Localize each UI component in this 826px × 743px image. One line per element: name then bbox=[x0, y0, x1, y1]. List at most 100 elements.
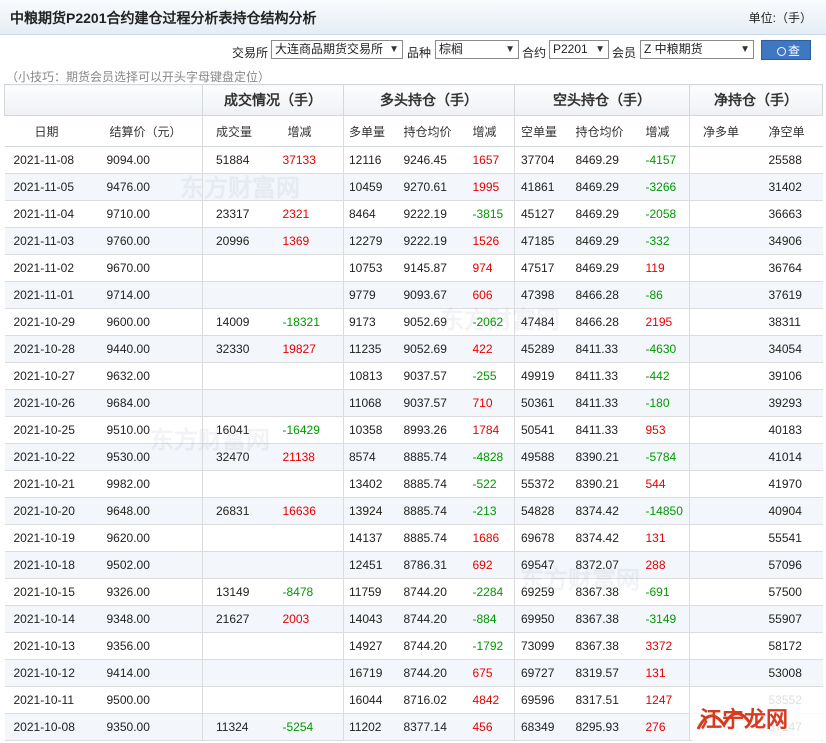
variety-select[interactable]: 棕榈 ▼ bbox=[435, 40, 519, 59]
cell-long-avg: 9222.19 bbox=[397, 200, 469, 228]
cell-short-change: -2058 bbox=[639, 200, 690, 228]
cell-short-change: -86 bbox=[639, 281, 690, 309]
cell-settle: 9684.00 bbox=[96, 389, 203, 417]
chevron-down-icon: ▼ bbox=[389, 44, 399, 55]
cell-short-avg: 8469.29 bbox=[569, 227, 640, 255]
cell-short-avg: 8374.42 bbox=[569, 497, 640, 525]
table-row: 2021-10-12 9414.00 16719 8744.20 675 69727 831… bbox=[4, 659, 823, 687]
cell-short-change: -14850 bbox=[639, 497, 690, 525]
table-row: 2021-10-20 9648.00 26831 16636 13924 8885.74-… bbox=[4, 497, 823, 525]
cell-volume: 14009 bbox=[202, 308, 270, 336]
member-label: 会员 bbox=[612, 46, 637, 60]
query-button[interactable]: 查询 bbox=[761, 40, 811, 77]
cell-long-avg: 8377.14 bbox=[397, 713, 469, 741]
cell-settle: 9348.00 bbox=[96, 605, 203, 633]
cell-short-avg: 8411.33 bbox=[569, 335, 640, 363]
cell-volume-change: -18321 bbox=[269, 308, 344, 336]
cell-short-change: 544 bbox=[639, 470, 690, 498]
cell-long-qty: 8464 bbox=[343, 200, 398, 228]
cell-long-qty: 9173 bbox=[343, 308, 398, 336]
table-row: 2021-10-25 9510.00 16041 -16429 10358 8993.26… bbox=[4, 416, 823, 444]
col-header-long-change: 增减 bbox=[468, 115, 515, 147]
cell-net-long bbox=[689, 308, 756, 336]
cell-net-short: 57096 bbox=[755, 551, 823, 579]
cell-date: 2021-10-15 bbox=[4, 578, 97, 606]
cell-long-avg: 8716.02 bbox=[397, 686, 469, 714]
cell-settle: 9982.00 bbox=[96, 470, 203, 498]
cell-long-change: -213 bbox=[468, 497, 515, 525]
cell-long-avg: 9037.57 bbox=[397, 362, 469, 390]
cell-long-change: -1792 bbox=[468, 632, 515, 660]
cell-long-qty: 11235 bbox=[343, 335, 398, 363]
cell-settle: 9620.00 bbox=[96, 524, 203, 552]
col-header-settle: 结算价（元） bbox=[96, 115, 203, 147]
cell-volume bbox=[202, 551, 270, 579]
cell-long-qty: 16719 bbox=[343, 659, 398, 687]
cell-date: 2021-10-21 bbox=[4, 470, 97, 498]
cell-short-avg: 8466.28 bbox=[569, 281, 640, 309]
contract-select-value: P2201 bbox=[553, 42, 588, 56]
cell-volume-change: 21138 bbox=[269, 443, 344, 471]
cell-short-change: -3266 bbox=[639, 173, 690, 201]
cell-short-qty: 47398 bbox=[514, 281, 570, 309]
cell-long-avg: 8885.74 bbox=[397, 443, 469, 471]
cell-settle: 9502.00 bbox=[96, 551, 203, 579]
cell-net-long bbox=[689, 389, 756, 417]
col-header-long-qty: 多单量 bbox=[343, 115, 398, 147]
cell-short-change: -5784 bbox=[639, 443, 690, 471]
table-row: 2021-11-03 9760.00 20996 1369 12279 9222.19 15… bbox=[4, 227, 823, 255]
cell-long-avg: 8885.74 bbox=[397, 470, 469, 498]
table-body: 2021-11-08 9094.00 51884 37133 12116 9246.45 1… bbox=[4, 146, 823, 741]
cell-long-qty: 16044 bbox=[343, 686, 398, 714]
cell-short-qty: 49588 bbox=[514, 443, 570, 471]
cell-volume: 11324 bbox=[202, 713, 270, 741]
cell-short-avg: 8469.29 bbox=[569, 254, 640, 282]
cell-short-change: -4630 bbox=[639, 335, 690, 363]
cell-volume-change: 37133 bbox=[269, 146, 344, 174]
cell-short-avg: 8466.28 bbox=[569, 308, 640, 336]
cell-settle: 9326.00 bbox=[96, 578, 203, 606]
cell-net-long bbox=[689, 146, 756, 174]
table-row: 2021-11-01 9714.00 9779 9093.67 606 47398 8466… bbox=[4, 281, 823, 309]
cell-long-avg: 9222.19 bbox=[397, 227, 469, 255]
cell-date: 2021-10-18 bbox=[4, 551, 97, 579]
cell-net-long bbox=[689, 551, 756, 579]
cell-settle: 9710.00 bbox=[96, 200, 203, 228]
cell-net-long bbox=[689, 200, 756, 228]
cell-date: 2021-10-20 bbox=[4, 497, 97, 525]
cell-volume: 26831 bbox=[202, 497, 270, 525]
cell-long-change: 1995 bbox=[468, 173, 515, 201]
cell-short-qty: 69547 bbox=[514, 551, 570, 579]
exchange-select[interactable]: 大连商品期货交易所 ▼ bbox=[271, 40, 403, 59]
cell-settle: 9414.00 bbox=[96, 659, 203, 687]
title-bar: 中粮期货P2201合约建仓过程分析表持仓结构分析 单位:（手） bbox=[0, 0, 826, 35]
cell-volume-change bbox=[269, 254, 344, 282]
table-row: 2021-10-28 9440.00 32330 19827 11235 9052.69 4… bbox=[4, 335, 823, 363]
cell-date: 2021-10-27 bbox=[4, 362, 97, 390]
cell-settle: 9632.00 bbox=[96, 362, 203, 390]
variety-label: 品种 bbox=[407, 46, 432, 60]
cell-date: 2021-10-13 bbox=[4, 632, 97, 660]
cell-long-avg: 9270.61 bbox=[397, 173, 469, 201]
cell-long-qty: 10459 bbox=[343, 173, 398, 201]
position-table: 成交情况（手） 多头持仓（手） 空头持仓（手） 净持仓（手） 日期 结算价（元）… bbox=[4, 84, 823, 741]
member-select[interactable]: Z 中粮期货 ▼ bbox=[640, 40, 754, 59]
cell-short-qty: 45127 bbox=[514, 200, 570, 228]
table-row: 2021-11-02 9670.00 10753 9145.87 974 47517 846… bbox=[4, 254, 823, 282]
cell-short-avg: 8367.38 bbox=[569, 605, 640, 633]
exchange-select-value: 大连商品期货交易所 bbox=[275, 42, 384, 56]
table-row: 2021-11-05 9476.00 10459 9270.61 1995 41861 84… bbox=[4, 173, 823, 201]
cell-long-avg: 9052.69 bbox=[397, 335, 469, 363]
unit-label: 单位:（手） bbox=[748, 11, 812, 25]
cell-short-qty: 50541 bbox=[514, 416, 570, 444]
cell-short-change: -442 bbox=[639, 362, 690, 390]
cell-short-change: 131 bbox=[639, 524, 690, 552]
cell-long-change: 692 bbox=[468, 551, 515, 579]
contract-select[interactable]: P2201 ▼ bbox=[549, 40, 609, 59]
cell-long-qty: 14043 bbox=[343, 605, 398, 633]
cell-long-change: 675 bbox=[468, 659, 515, 687]
cell-net-long bbox=[689, 443, 756, 471]
cell-settle: 9476.00 bbox=[96, 173, 203, 201]
cell-volume-change bbox=[269, 362, 344, 390]
cell-net-short: 40904 bbox=[755, 497, 823, 525]
